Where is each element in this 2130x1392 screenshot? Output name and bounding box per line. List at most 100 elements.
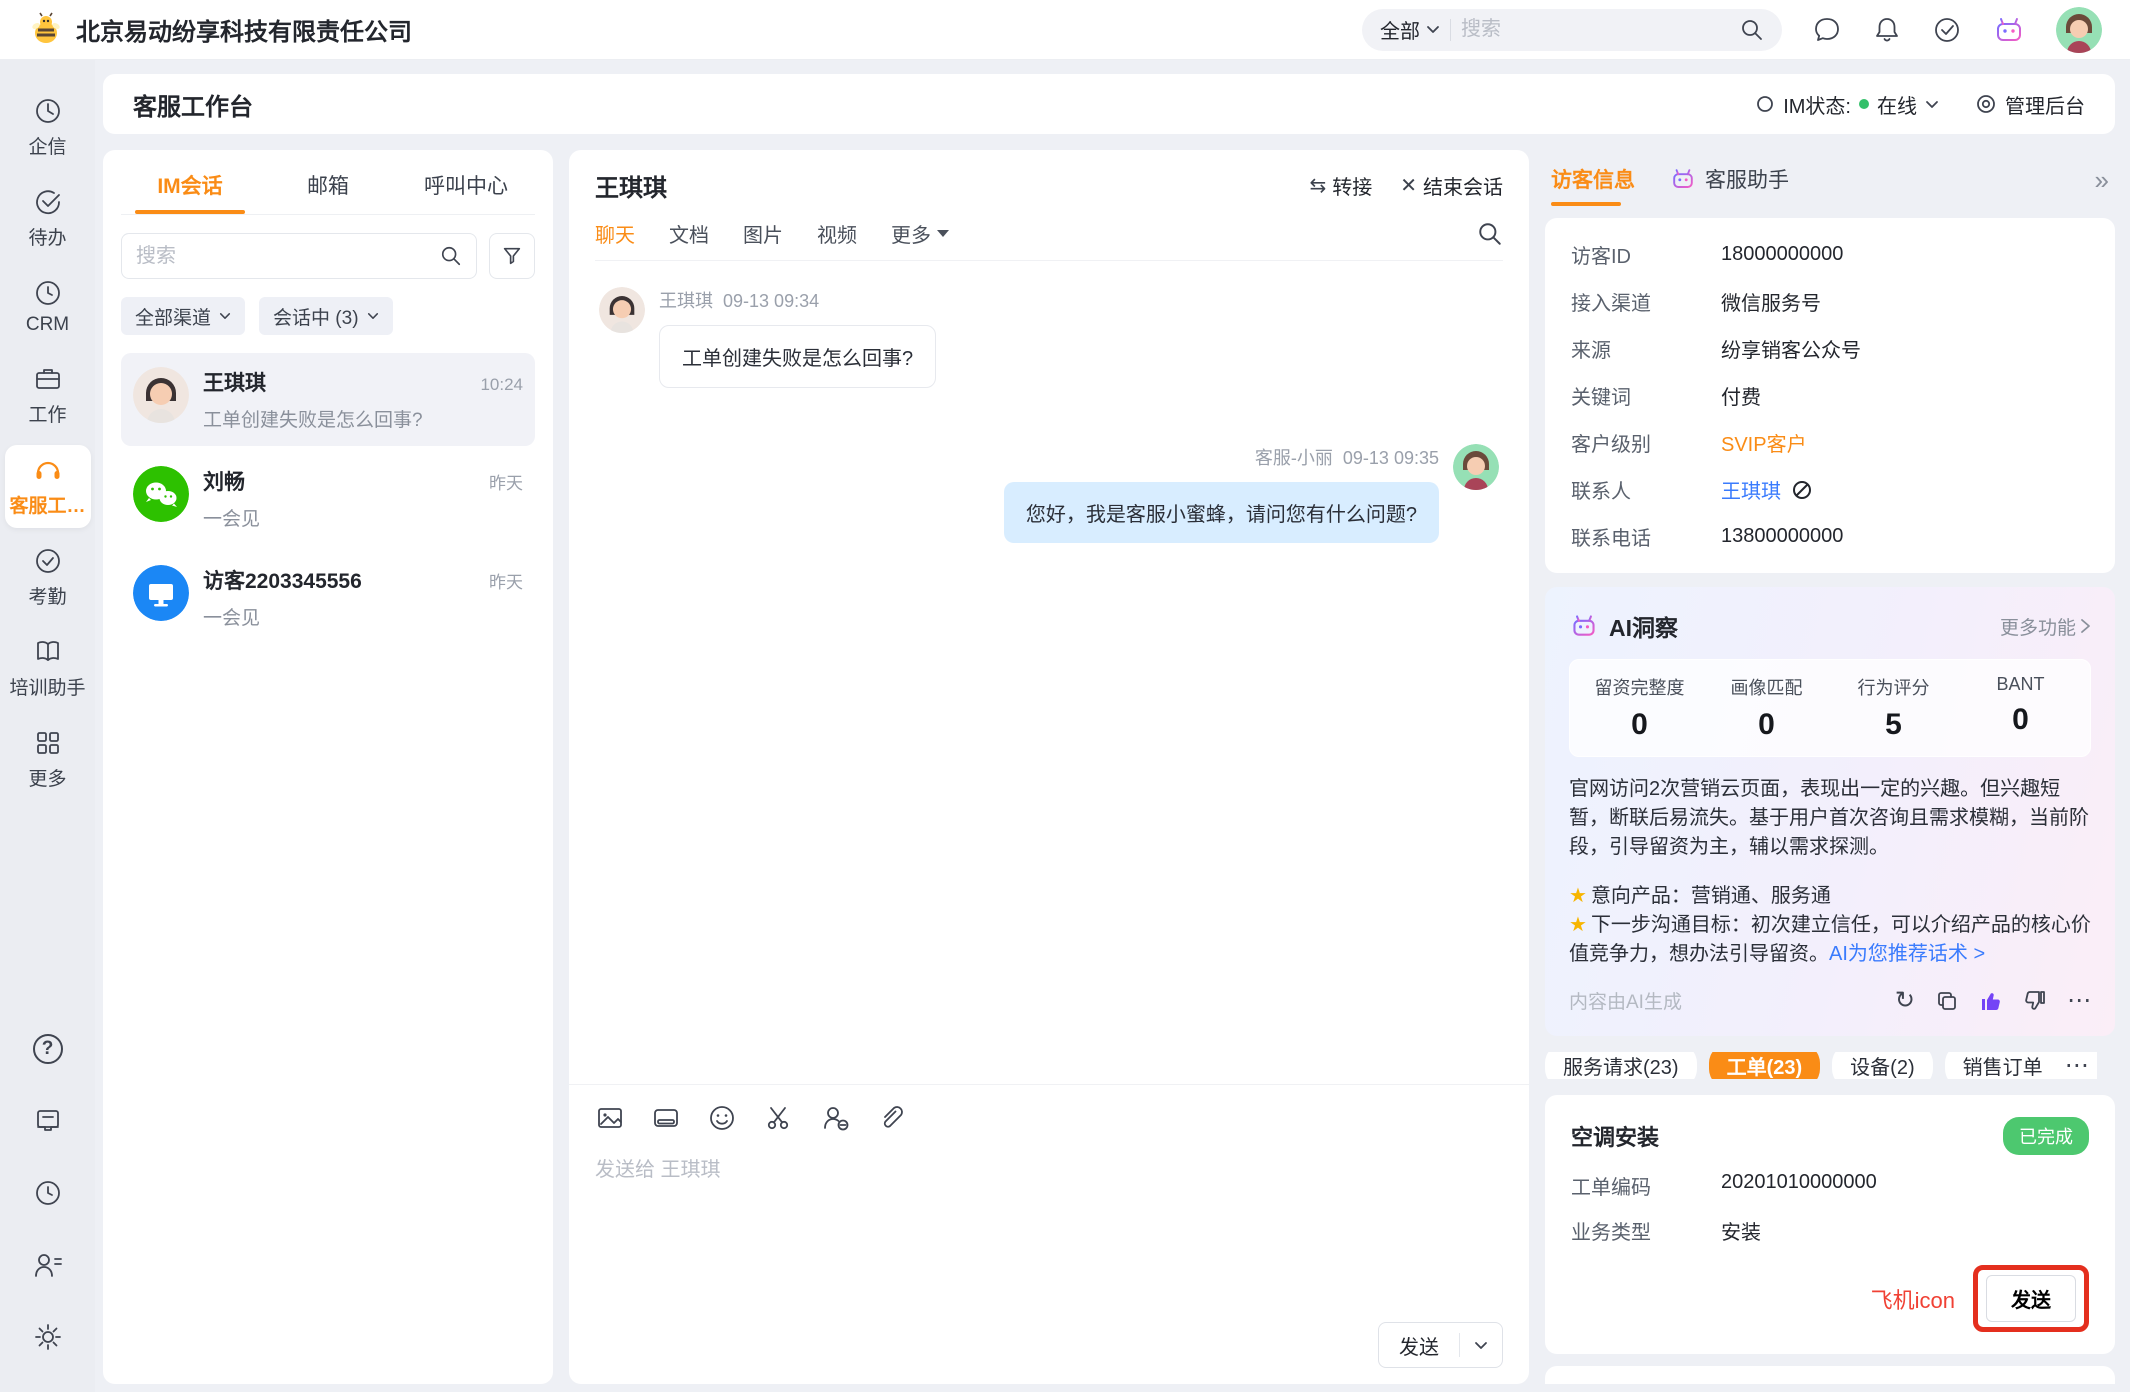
- image-icon[interactable]: [595, 1103, 625, 1133]
- thumbs-down-icon[interactable]: [2023, 989, 2047, 1013]
- message-outgoing: 客服-小丽 09-13 09:35 您好，我是客服小蜜蜂，请问您有什么问题?: [599, 444, 1499, 543]
- topbar: 北京易动纷享科技有限责任公司 全部: [0, 0, 2130, 60]
- conversation-item[interactable]: 王琪琪 10:24 工单创建失败是怎么回事?: [121, 353, 535, 446]
- tab-visitor-info[interactable]: 访客信息: [1551, 164, 1635, 206]
- end-session-button[interactable]: ✕ 结束会话: [1400, 171, 1503, 200]
- sidebar-item-training[interactable]: 培训助手: [5, 627, 91, 710]
- sidebar-item-attendance[interactable]: 考勤: [5, 536, 91, 619]
- help-icon[interactable]: ?: [33, 1034, 63, 1064]
- tab-devices[interactable]: 设备(2): [1832, 1052, 1932, 1079]
- emoji-icon[interactable]: [707, 1103, 737, 1133]
- screenshot-scissors-icon[interactable]: [763, 1103, 793, 1133]
- brand: 北京易动纷享科技有限责任公司: [28, 12, 412, 48]
- message-bubble-icon[interactable]: [1812, 15, 1842, 45]
- sidebar-item-more[interactable]: 更多: [5, 718, 91, 801]
- chat-tab-chat[interactable]: 聊天: [595, 219, 635, 248]
- user-avatar[interactable]: [2056, 7, 2102, 53]
- badge-check-icon: [33, 546, 63, 576]
- chat-search-icon[interactable]: [1477, 221, 1503, 247]
- chat-tab-images[interactable]: 图片: [743, 219, 783, 248]
- filter-session-state-dropdown[interactable]: 会话中 (3): [259, 297, 393, 335]
- company-name: 北京易动纷享科技有限责任公司: [76, 12, 412, 47]
- chevron-down-icon: [1925, 100, 1939, 109]
- ai-robot-icon[interactable]: [1992, 15, 2026, 45]
- collapse-panel-icon[interactable]: »: [2095, 165, 2109, 206]
- search-icon[interactable]: [1740, 18, 1764, 42]
- history-clock-icon[interactable]: [33, 1178, 63, 1208]
- chat-tab-more[interactable]: 更多: [891, 219, 949, 248]
- ai-robot-icon: [1669, 167, 1697, 191]
- message-incoming: 王琪琪 09-13 09:34 工单创建失败是怎么回事?: [599, 287, 1499, 388]
- ai-stats: 留资完整度0 画像匹配0 行为评分5 BANT0: [1569, 659, 2091, 757]
- sidebar-item-todo[interactable]: 待办: [5, 177, 91, 260]
- tab-call-center[interactable]: 呼叫中心: [397, 150, 535, 214]
- admin-console-button[interactable]: 管理后台: [1975, 90, 2085, 119]
- copy-icon[interactable]: [1935, 989, 1959, 1013]
- ai-robot-icon: [1569, 613, 1599, 639]
- contacts-icon[interactable]: [32, 1250, 64, 1280]
- divider: [1450, 19, 1451, 41]
- task-check-icon[interactable]: [1932, 15, 1962, 45]
- global-search-input[interactable]: [1461, 18, 1730, 41]
- page-header: 客服工作台 IM状态: 在线 管理后台: [103, 74, 2115, 134]
- grid-icon: [33, 728, 63, 758]
- chat-panel: 王琪琪 ⇆ 转接 ✕ 结束会话: [569, 150, 1529, 1384]
- tab-mailbox[interactable]: 邮箱: [259, 150, 397, 214]
- clock-icon: [33, 96, 63, 126]
- settings-gear-icon[interactable]: [33, 1322, 63, 1352]
- chat-tab-videos[interactable]: 视频: [817, 219, 857, 248]
- check-circle-icon: [33, 187, 63, 217]
- refresh-icon[interactable]: ↻: [1895, 989, 1915, 1013]
- more-actions-icon[interactable]: ⋯: [2067, 989, 2091, 1013]
- message-bubble: 您好，我是客服小蜜蜂，请问您有什么问题?: [1004, 482, 1439, 543]
- composer-input[interactable]: [595, 1153, 1503, 1322]
- quick-reply-icon[interactable]: [651, 1103, 681, 1133]
- funnel-icon: [501, 245, 523, 267]
- tab-service-requests[interactable]: 服务请求(23): [1545, 1052, 1697, 1079]
- tab-agent-assistant[interactable]: 客服助手: [1669, 164, 1789, 206]
- tab-work-orders[interactable]: 工单(23): [1709, 1052, 1821, 1079]
- conversation-search-input[interactable]: [136, 245, 432, 268]
- work-order-send-button[interactable]: 发送: [1986, 1275, 2076, 1322]
- send-options-dropdown[interactable]: [1460, 1341, 1502, 1350]
- contact-link[interactable]: 王琪琪: [1721, 475, 1813, 504]
- thumbs-up-icon[interactable]: [1979, 989, 2003, 1013]
- bee-logo-icon: [28, 12, 64, 48]
- tab-im-sessions[interactable]: IM会话: [121, 150, 259, 214]
- star-icon: ★: [1569, 914, 1587, 936]
- tab-sales-orders[interactable]: 销售订单: [1945, 1052, 2061, 1079]
- bell-icon[interactable]: [1872, 15, 1902, 45]
- sidebar-item-service-workbench[interactable]: 客服工…: [5, 445, 91, 528]
- ai-script-link[interactable]: AI为您推荐话术 >: [1829, 943, 1985, 965]
- conversation-search[interactable]: [121, 233, 477, 279]
- work-order-title: 空调安装: [1571, 1120, 1659, 1152]
- conversation-item[interactable]: 刘畅 昨天 一会见: [121, 452, 535, 545]
- customer-avatar: [133, 367, 189, 423]
- conversation-panel: IM会话 邮箱 呼叫中心 全部渠道: [103, 150, 553, 1384]
- close-icon: ✕: [1400, 173, 1417, 198]
- filter-button[interactable]: [489, 233, 535, 279]
- sidebar-item-qixin[interactable]: 企信: [5, 86, 91, 169]
- search-icon[interactable]: [440, 245, 462, 267]
- transfer-icon: ⇆: [1309, 173, 1326, 198]
- chat-tab-docs[interactable]: 文档: [669, 219, 709, 248]
- sidebar-item-work[interactable]: 工作: [5, 354, 91, 437]
- im-status-dropdown[interactable]: IM状态: 在线: [1755, 90, 1939, 119]
- search-scope-dropdown[interactable]: 全部: [1380, 15, 1440, 44]
- conversation-item[interactable]: 访客2203345556 昨天 一会见: [121, 551, 535, 644]
- transfer-button[interactable]: ⇆ 转接: [1309, 171, 1372, 200]
- feedback-icon[interactable]: [33, 1106, 63, 1136]
- filter-channel-dropdown[interactable]: 全部渠道: [121, 297, 245, 335]
- send-button[interactable]: 发送: [1378, 1322, 1503, 1368]
- global-search[interactable]: 全部: [1362, 9, 1782, 51]
- sidebar-item-crm[interactable]: CRM: [5, 268, 91, 346]
- ai-more-features-link[interactable]: 更多功能: [2000, 613, 2091, 640]
- book-icon: [33, 637, 63, 667]
- remove-user-icon[interactable]: [819, 1103, 851, 1133]
- status-badge: 已完成: [2003, 1117, 2089, 1155]
- online-dot: [1859, 99, 1869, 109]
- block-icon[interactable]: [1791, 479, 1813, 501]
- chevron-down-icon: [1426, 25, 1440, 34]
- record-tabs-more-icon[interactable]: ⋯: [2053, 1052, 2097, 1079]
- attachment-icon[interactable]: [877, 1103, 907, 1133]
